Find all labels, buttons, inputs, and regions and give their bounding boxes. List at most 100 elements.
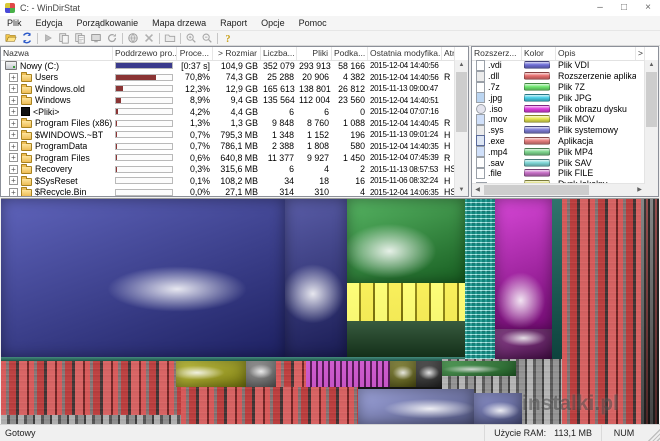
treemap-region-blue-right[interactable] [285, 199, 347, 357]
column-header-5[interactable]: Pliki [297, 47, 332, 60]
treemap-region-red-low-2[interactable] [181, 387, 358, 425]
extension-row[interactable]: .isoPlik obrazu dysku [472, 103, 645, 114]
column-header-4[interactable]: Liczba... [261, 47, 297, 60]
expand-plus-icon[interactable]: + [9, 130, 18, 139]
extension-row[interactable]: .savPlik SAV [472, 157, 645, 168]
refresh-subtree-button[interactable] [125, 32, 141, 45]
directory-row[interactable]: +Windows.old12,3%12,9 GB165 613138 80126… [1, 83, 455, 95]
extension-row[interactable]: .dllRozszerzenie aplikacji [472, 71, 645, 82]
delete-button[interactable] [141, 32, 157, 45]
extension-row[interactable]: .mp4Plik MP4 [472, 146, 645, 157]
extension-horizontal-scrollbar[interactable]: ◀ ▶ [472, 183, 645, 196]
scroll-up-icon[interactable]: ▲ [455, 60, 468, 71]
scroll-up-icon[interactable]: ▲ [645, 60, 658, 71]
treemap-region-green-low[interactable] [442, 361, 516, 376]
expand-plus-icon[interactable]: + [9, 119, 18, 128]
maximize-button[interactable]: □ [612, 0, 636, 16]
treemap-region-green-top[interactable] [347, 199, 465, 283]
menu-item-edycja[interactable]: Edycja [29, 18, 70, 28]
treemap-region-darkgreen[interactable] [347, 321, 465, 357]
menu-item-opcje[interactable]: Opcje [254, 18, 292, 28]
copy-button[interactable] [56, 32, 72, 45]
directory-row[interactable]: +ProgramData0,7%786,1 MB2 3881 808580201… [1, 141, 455, 153]
scrollbar-thumb[interactable] [646, 72, 657, 127]
extension-row[interactable]: .exeAplikacja [472, 136, 645, 147]
directory-row[interactable]: +Program Files0,6%640,8 MB11 3779 9271 4… [1, 152, 455, 164]
column-header-6[interactable]: Podka... [332, 47, 368, 60]
expand-plus-icon[interactable]: + [9, 153, 18, 162]
treemap-region-purple-low[interactable] [495, 329, 552, 359]
menu-item-pomoc[interactable]: Pomoc [292, 18, 334, 28]
ext-column-header-2[interactable]: Opis [556, 47, 636, 60]
open-in-explorer-button[interactable] [88, 32, 104, 45]
refresh-all-button[interactable] [19, 32, 35, 45]
copy-path-button[interactable] [72, 32, 88, 45]
treemap-region-teal-strip[interactable] [552, 199, 562, 359]
ext-column-header-3[interactable]: > [636, 47, 645, 60]
directory-row[interactable]: +$WINDOWS.~BT0,7%795,3 MB1 3481 15219620… [1, 129, 455, 141]
extension-row[interactable]: .jpgPlik JPG [472, 92, 645, 103]
directory-row[interactable]: +Program Files (x86)1,3%1,3 GB9 8488 760… [1, 118, 455, 130]
treemap-region-band-purple[interactable] [306, 361, 390, 387]
directory-row[interactable]: +$SysReset0,1%108,2 MB3418162015-11-06 0… [1, 175, 455, 187]
expand-plus-icon[interactable]: + [9, 176, 18, 185]
column-header-0[interactable]: Nazwa [1, 47, 113, 60]
treemap-region-lavender-2[interactable] [474, 393, 522, 425]
extension-row[interactable]: .movPlik MOV [472, 114, 645, 125]
column-header-7[interactable]: Ostatnia modyfika... [368, 47, 442, 60]
treemap-region-edge-strips[interactable] [641, 199, 659, 425]
directory-row[interactable]: Nowy (C:)[0:37 s]104,9 GB352 079293 9135… [1, 60, 455, 72]
expand-plus-icon[interactable]: + [9, 73, 18, 82]
expand-plus-icon[interactable]: + [9, 165, 18, 174]
menu-item-mapa-drzewa[interactable]: Mapa drzewa [145, 18, 213, 28]
treemap-region-band-olive[interactable] [390, 361, 416, 387]
treemap-region-yellow-row[interactable] [347, 283, 465, 321]
treemap[interactable]: instalki.pl [1, 198, 659, 425]
treemap-region-magenta[interactable] [495, 199, 552, 329]
ext-column-header-1[interactable]: Kolor [522, 47, 556, 60]
zoom-in-button[interactable] [183, 32, 199, 45]
expand-plus-icon[interactable]: + [9, 142, 18, 151]
column-header-8[interactable]: Atryb... [442, 47, 455, 60]
extension-vertical-scrollbar[interactable]: ▲ ▼ [644, 60, 658, 196]
column-header-2[interactable]: Proce... [177, 47, 213, 60]
extension-row[interactable]: .7zPlik 7Z [472, 82, 645, 93]
treemap-region-cyan-strip[interactable] [465, 199, 495, 359]
directory-row[interactable]: +Recovery0,3%315,6 MB6422015-11-13 08:57… [1, 164, 455, 176]
expand-plus-icon[interactable]: + [9, 96, 18, 105]
expand-plus-icon[interactable]: + [9, 188, 18, 196]
cleanup-button[interactable] [162, 32, 178, 45]
scroll-left-icon[interactable]: ◀ [472, 184, 483, 196]
directory-row[interactable]: +Users70,8%74,3 GB25 28820 9064 3822015-… [1, 72, 455, 84]
directory-row[interactable]: +$Recycle.Bin0,0%27,1 MB31431042015-12-0… [1, 187, 455, 197]
scrollbar-thumb[interactable] [456, 72, 467, 132]
expand-plus-icon[interactable]: + [9, 107, 18, 116]
ext-column-header-0[interactable]: Rozszerz... [472, 47, 522, 60]
close-button[interactable]: × [636, 0, 660, 16]
refresh-selected-button[interactable] [40, 32, 56, 45]
zoom-out-button[interactable] [199, 32, 215, 45]
treemap-region-blue-main[interactable] [1, 199, 285, 357]
directory-vertical-scrollbar[interactable]: ▲ ▼ [454, 60, 468, 196]
scroll-down-icon[interactable]: ▼ [455, 185, 468, 196]
menu-item-raport[interactable]: Raport [213, 18, 254, 28]
expand-plus-icon[interactable]: + [9, 84, 18, 93]
treemap-region-band-greyred[interactable] [1, 361, 176, 387]
resize-grip-icon[interactable] [646, 425, 660, 441]
extension-row[interactable]: .sysPlik systemowy [472, 125, 645, 136]
directory-row[interactable]: +<Pliki>4,2%4,4 GB6602015-12-04 07:07:16 [1, 106, 455, 118]
menu-item-porz-dkowanie[interactable]: Porządkowanie [70, 18, 146, 28]
extension-row[interactable]: .filePlik FILE [472, 168, 645, 179]
directory-row[interactable]: +Windows8,9%9,4 GB135 564112 00423 56020… [1, 95, 455, 107]
extension-row[interactable]: .vdiPlik VDI [472, 60, 645, 71]
scroll-right-icon[interactable]: ▶ [634, 184, 645, 196]
minimize-button[interactable]: – [588, 0, 612, 16]
open-command-prompt-button[interactable] [104, 32, 120, 45]
menu-item-plik[interactable]: Plik [0, 18, 29, 28]
open-button[interactable] [3, 32, 19, 45]
scrollbar-thumb[interactable] [484, 185, 589, 195]
treemap-region-band-grey[interactable] [246, 361, 276, 387]
column-header-3[interactable]: > Rozmiar [213, 47, 261, 60]
treemap-region-lavender-1[interactable] [358, 389, 474, 425]
treemap-region-band-yellow[interactable] [176, 361, 246, 387]
